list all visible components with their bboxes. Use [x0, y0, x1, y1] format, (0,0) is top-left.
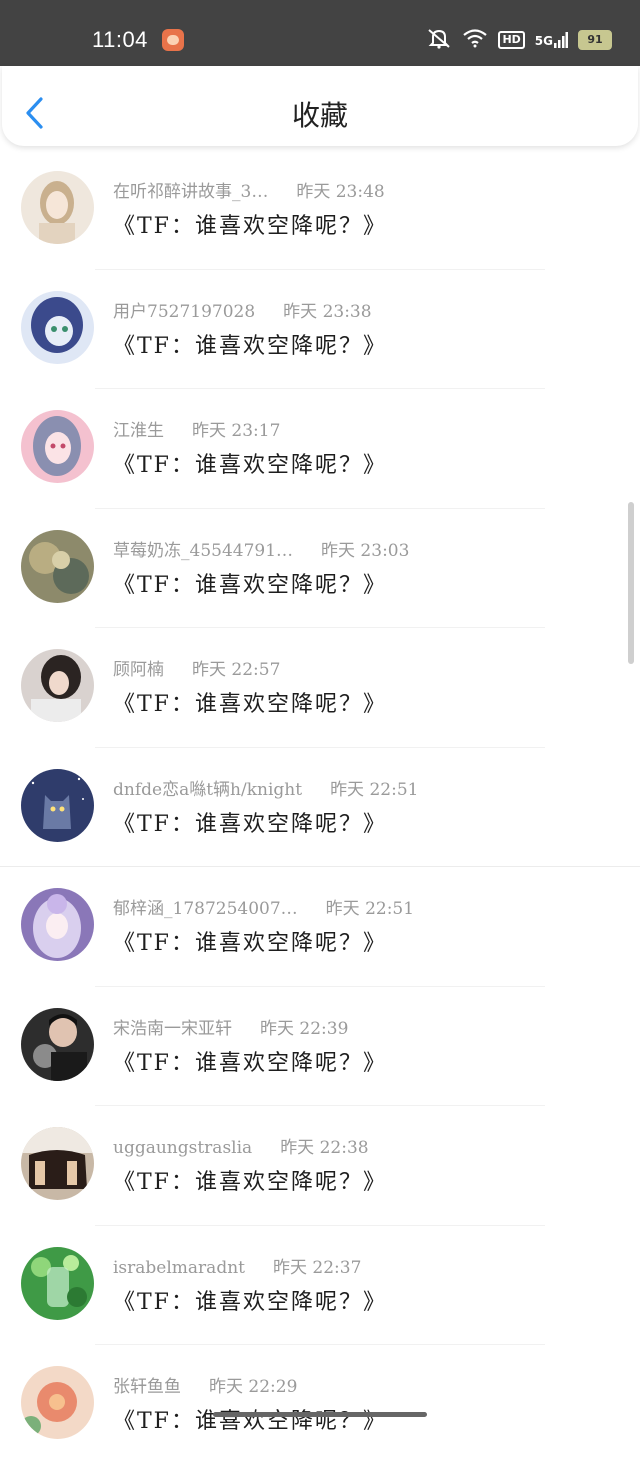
- username[interactable]: 江淮生: [113, 421, 164, 441]
- status-icons: HD 5G 91: [426, 28, 612, 52]
- item-meta: 张轩鱼鱼 昨天 22:29: [113, 1372, 297, 1397]
- avatar[interactable]: [21, 1366, 94, 1439]
- item-meta: 在听祁醉讲故事_3… 昨天 23:48: [113, 177, 385, 202]
- username[interactable]: dnfde恋a噝t辆h/knight: [113, 780, 302, 800]
- list-item[interactable]: dnfde恋a噝t辆h/knight 昨天 22:51 《TF：谁喜欢空降呢？》: [0, 748, 640, 867]
- bell-muted-icon: [426, 27, 452, 53]
- avatar[interactable]: [21, 1246, 94, 1320]
- avatar[interactable]: [21, 171, 94, 244]
- timestamp: 昨天 22:51: [325, 899, 415, 919]
- item-meta: 江淮生 昨天 23:17: [113, 416, 280, 441]
- list-item[interactable]: 顾阿楠 昨天 22:57 《TF：谁喜欢空降呢？》: [0, 628, 640, 748]
- timestamp: 昨天 23:48: [296, 182, 385, 202]
- username[interactable]: 张轩鱼鱼: [113, 1377, 181, 1397]
- top-nav-bar: 收藏: [2, 66, 638, 146]
- item-meta: 草莓奶冻_45544791… 昨天 23:03: [113, 536, 409, 561]
- home-indicator[interactable]: [213, 1412, 427, 1417]
- 5g-signal-icon: 5G: [535, 32, 568, 48]
- timestamp: 昨天 23:03: [321, 540, 410, 561]
- item-content[interactable]: 《TF：谁喜欢空降呢？》: [113, 925, 387, 957]
- status-time: 11:04: [92, 27, 148, 52]
- username[interactable]: 郁梓涵_1787254007…: [113, 899, 298, 919]
- favorites-list: 在听祁醉讲故事_3… 昨天 23:48 《TF：谁喜欢空降呢？》 用户752719…: [0, 150, 640, 1465]
- item-content[interactable]: 《TF：谁喜欢空降呢？》: [113, 447, 387, 479]
- item-content[interactable]: 《TF：谁喜欢空降呢？》: [113, 208, 387, 240]
- item-meta: dnfde恋a噝t辆h/knight 昨天 22:51: [113, 775, 418, 800]
- list-item[interactable]: 用户7527197028 昨天 23:38 《TF：谁喜欢空降呢？》: [0, 270, 640, 389]
- avatar[interactable]: [21, 1007, 94, 1081]
- timestamp: 昨天 22:29: [209, 1377, 298, 1397]
- timestamp: 昨天 22:38: [280, 1138, 369, 1158]
- item-meta: 用户7527197028 昨天 23:38: [113, 297, 372, 322]
- timestamp: 昨天 22:39: [260, 1018, 349, 1039]
- list-item[interactable]: 江淮生 昨天 23:17 《TF：谁喜欢空降呢？》: [0, 389, 640, 509]
- item-content[interactable]: 《TF：谁喜欢空降呢？》: [113, 567, 387, 599]
- timestamp: 昨天 22:57: [192, 660, 281, 680]
- timestamp: 昨天 23:38: [283, 301, 372, 322]
- username[interactable]: 顾阿楠: [113, 660, 164, 680]
- timestamp: 昨天 22:51: [330, 779, 419, 800]
- avatar[interactable]: [21, 290, 94, 364]
- list-item[interactable]: 草莓奶冻_45544791… 昨天 23:03 《TF：谁喜欢空降呢？》: [0, 509, 640, 628]
- avatar[interactable]: [21, 768, 94, 842]
- list-item[interactable]: 郁梓涵_1787254007… 昨天 22:51 《TF：谁喜欢空降呢？》: [0, 867, 640, 987]
- username[interactable]: uggaungstraslia: [113, 1138, 252, 1158]
- battery-icon: 91: [578, 30, 612, 50]
- avatar[interactable]: [21, 1127, 94, 1200]
- username[interactable]: 在听祁醉讲故事_3…: [113, 182, 268, 202]
- avatar[interactable]: [21, 649, 94, 722]
- timestamp: 昨天 23:17: [192, 421, 281, 441]
- item-content[interactable]: 《TF：谁喜欢空降呢？》: [113, 1164, 387, 1196]
- avatar[interactable]: [21, 529, 94, 603]
- timestamp: 昨天 22:37: [272, 1257, 362, 1278]
- item-meta: israbelmaradnt 昨天 22:37: [113, 1253, 361, 1278]
- network-label: 5G: [534, 34, 553, 48]
- list-item[interactable]: 张轩鱼鱼 昨天 22:29 《TF：谁喜欢空降呢？》: [0, 1345, 640, 1465]
- item-content[interactable]: 《TF：谁喜欢空降呢？》: [113, 328, 387, 360]
- item-meta: uggaungstraslia 昨天 22:38: [113, 1133, 369, 1158]
- avatar[interactable]: [21, 410, 94, 483]
- item-meta: 顾阿楠 昨天 22:57: [113, 655, 280, 680]
- item-content[interactable]: 《TF：谁喜欢空降呢？》: [113, 806, 387, 838]
- username[interactable]: 用户7527197028: [113, 302, 255, 322]
- item-content[interactable]: 《TF：谁喜欢空降呢？》: [113, 686, 387, 718]
- wifi-icon: [462, 28, 488, 52]
- list-item[interactable]: uggaungstraslia 昨天 22:38 《TF：谁喜欢空降呢？》: [0, 1106, 640, 1226]
- item-meta: 宋浩南一宋亚轩 昨天 22:39: [113, 1014, 348, 1039]
- item-meta: 郁梓涵_1787254007… 昨天 22:51: [113, 894, 414, 919]
- username[interactable]: 草莓奶冻_45544791…: [113, 541, 293, 561]
- list-item[interactable]: 宋浩南一宋亚轩 昨天 22:39 《TF：谁喜欢空降呢？》: [0, 987, 640, 1106]
- list-item[interactable]: israbelmaradnt 昨天 22:37 《TF：谁喜欢空降呢？》: [0, 1226, 640, 1345]
- avatar[interactable]: [21, 888, 94, 961]
- hd-icon: HD: [498, 31, 525, 49]
- username[interactable]: 宋浩南一宋亚轩: [113, 1019, 232, 1039]
- app-notification-icon: [162, 29, 184, 51]
- status-bar: 11:04 HD 5G 91: [0, 0, 640, 66]
- page-title: 收藏: [291, 99, 348, 132]
- list-item[interactable]: 在听祁醉讲故事_3… 昨天 23:48 《TF：谁喜欢空降呢？》: [0, 150, 640, 270]
- item-content[interactable]: 《TF：谁喜欢空降呢？》: [113, 1403, 387, 1435]
- item-content[interactable]: 《TF：谁喜欢空降呢？》: [113, 1045, 387, 1077]
- scrollbar[interactable]: [628, 502, 634, 664]
- item-content[interactable]: 《TF：谁喜欢空降呢？》: [113, 1284, 387, 1316]
- username[interactable]: israbelmaradnt: [113, 1258, 245, 1278]
